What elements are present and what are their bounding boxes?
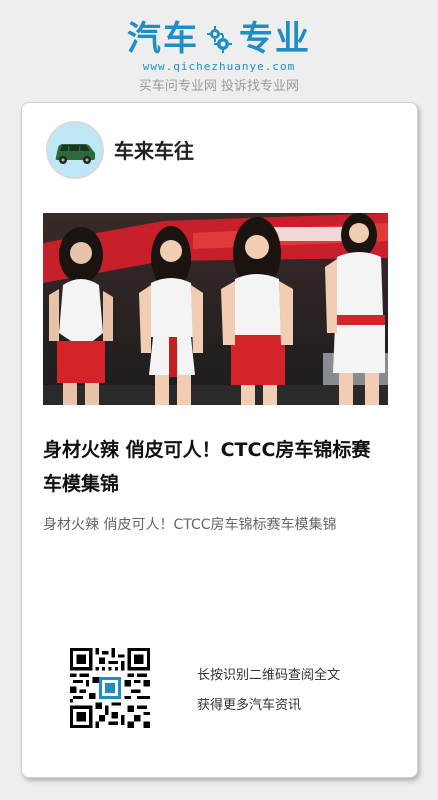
article-card: 车来车往 身材火辣 俏皮可人！CTCC房车锦标赛车模集锦 身材火辣 俏皮可人！C… [21, 102, 418, 778]
qr-hint-line1: 长按识别二维码查阅全文 [197, 668, 341, 683]
qr-hint-line2: 获得更多汽车资讯 [197, 698, 302, 713]
article-summary: 身材火辣 俏皮可人！CTCC房车锦标赛车模集锦 [43, 517, 337, 533]
author-name[interactable]: 车来车往 [114, 135, 194, 164]
article-title[interactable]: 身材火辣 俏皮可人！CTCC房车锦标赛车模集锦 [43, 433, 388, 501]
gear-icon [207, 26, 232, 53]
qr-hint: 长按识别二维码查阅全文 获得更多汽车资讯 [197, 661, 340, 721]
brand-header: 汽车 专业 www.qichezhuanye.com 买车问专业网 投诉找专业网 [0, 18, 438, 94]
car-icon [48, 123, 102, 177]
avatar[interactable] [46, 121, 104, 179]
brand-logo: 汽车 专业 [0, 18, 438, 60]
qr-code[interactable] [70, 648, 150, 728]
brand-url: www.qichezhuanye.com [142, 60, 296, 73]
brand-tagline: 买车问专业网 投诉找专业网 [138, 79, 300, 94]
brand-name-part2: 专业 [239, 19, 311, 59]
brand-name-part1: 汽车 [127, 19, 199, 59]
article-hero-image[interactable] [43, 213, 388, 405]
